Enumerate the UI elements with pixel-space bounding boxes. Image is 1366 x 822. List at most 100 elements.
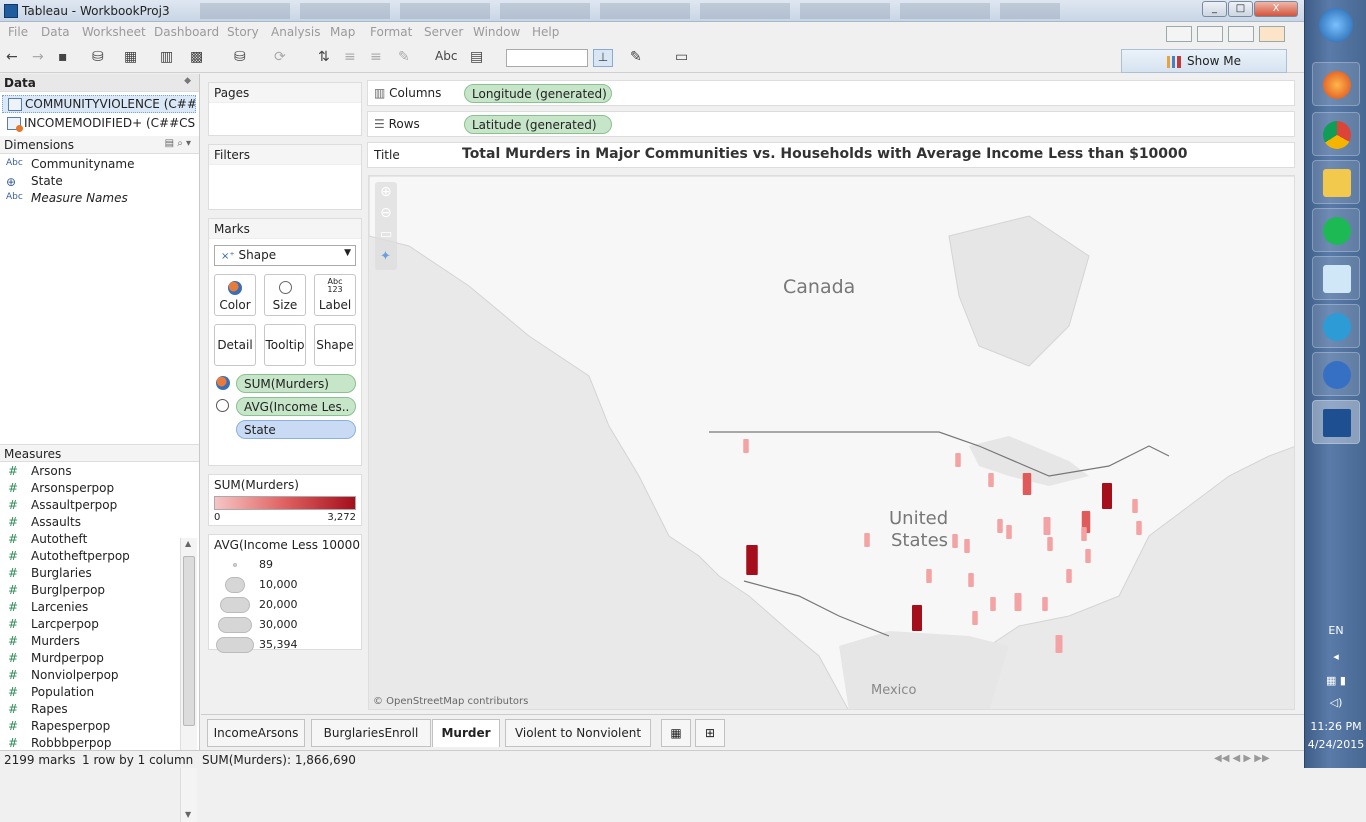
murder-mark[interactable]	[746, 545, 758, 575]
back-arrow-icon[interactable]: ←	[6, 49, 18, 67]
sheet-sorter-icon[interactable]	[1197, 26, 1223, 42]
clock-time[interactable]: 11:26 PM	[1305, 720, 1366, 733]
field-murders[interactable]: # Murders	[0, 634, 180, 651]
clear-sheet-icon[interactable]: ▩	[190, 49, 203, 67]
field-arsonsperpop[interactable]: # Arsonsperpop	[0, 481, 180, 498]
murder-mark[interactable]	[926, 569, 932, 583]
shape-button[interactable]: Shape	[314, 324, 356, 366]
measures-scrollbar[interactable]: ▲ ▼	[180, 538, 197, 822]
chrome-icon[interactable]	[1312, 112, 1360, 156]
field-murdperpop[interactable]: # Murdperpop	[0, 651, 180, 668]
datasource-communityviolence[interactable]: COMMUNITYVIOLENCE (C##...	[2, 95, 196, 113]
refresh-icon[interactable]: ⟳	[274, 49, 286, 67]
pin-map-icon[interactable]: ✦	[380, 249, 391, 264]
field-measure-names[interactable]: Abc Measure Names	[0, 191, 180, 208]
tableau-taskbar-icon[interactable]	[1312, 400, 1360, 444]
rect-select-icon[interactable]: ▭	[380, 227, 392, 242]
field-burglperpop[interactable]: # Burglperpop	[0, 583, 180, 600]
save-icon[interactable]: ▪	[58, 49, 68, 67]
field-communityname[interactable]: Abc Communityname	[0, 157, 180, 174]
menu-worksheet[interactable]: Worksheet	[82, 25, 146, 39]
volume-icon[interactable]: ◁)	[1305, 696, 1366, 709]
label-button[interactable]: Abc 123 Label	[314, 274, 356, 316]
murder-mark[interactable]	[1136, 521, 1142, 535]
murder-mark[interactable]	[968, 573, 974, 587]
fit-dropdown[interactable]	[506, 49, 588, 67]
pill-latitude[interactable]: Latitude (generated)	[464, 115, 612, 134]
pause-updates-icon[interactable]: ⛁	[234, 49, 246, 67]
murder-mark[interactable]	[1066, 569, 1072, 583]
app-icon[interactable]	[1312, 304, 1360, 348]
size-legend-card[interactable]: AVG(Income Less 10000 1... 89 10,000 20,00…	[208, 534, 362, 653]
murder-mark[interactable]	[988, 473, 994, 487]
murder-mark[interactable]	[990, 597, 996, 611]
language-indicator[interactable]: EN	[1305, 624, 1366, 637]
menu-window[interactable]: Window	[473, 25, 520, 39]
pill-longitude[interactable]: Longitude (generated)	[464, 84, 612, 103]
murder-mark[interactable]	[1042, 597, 1048, 611]
murder-mark[interactable]	[997, 519, 1003, 533]
field-autotheftperpop[interactable]: # Autotheftperpop	[0, 549, 180, 566]
murder-mark[interactable]	[972, 611, 978, 625]
tooltip-button[interactable]: Tooltip	[264, 324, 306, 366]
title-bar-viz[interactable]: Title Total Murders in Major Communities …	[367, 142, 1295, 168]
murder-mark[interactable]	[964, 539, 970, 553]
show-me-button[interactable]: Show Me	[1121, 49, 1287, 73]
tray-arrow-icon[interactable]: ◂	[1305, 650, 1366, 663]
pin-icon[interactable]: ⊥	[593, 49, 613, 67]
menu-analysis[interactable]: Analysis	[271, 25, 320, 39]
pill-avg-income[interactable]: AVG(Income Les..	[236, 397, 356, 416]
color-button[interactable]: Color	[214, 274, 256, 316]
datasource-incomemodified[interactable]: INCOMEMODIFIED+ (C##CS3...	[2, 115, 196, 133]
scroll-up-icon[interactable]: ▲	[185, 539, 191, 548]
murder-mark[interactable]	[1043, 517, 1051, 535]
new-worksheet-icon[interactable]: ▦	[124, 49, 137, 67]
spotify-icon[interactable]	[1312, 208, 1360, 252]
pill-state[interactable]: State	[236, 420, 356, 439]
new-dashboard-tab-icon[interactable]: ⊞	[695, 719, 725, 747]
field-assaults[interactable]: # Assaults	[0, 515, 180, 532]
field-rapesperpop[interactable]: # Rapesperpop	[0, 719, 180, 736]
menu-help[interactable]: Help	[532, 25, 559, 39]
columns-shelf[interactable]: ▥ Columns Longitude (generated)	[367, 80, 1295, 106]
scroll-down-icon[interactable]: ▼	[185, 810, 191, 819]
sort-descending-icon[interactable]: ≡	[370, 49, 382, 67]
field-arsons[interactable]: # Arsons	[0, 464, 180, 481]
duplicate-sheet-icon[interactable]: ▥	[160, 49, 173, 67]
mark-type-dropdown[interactable]: ×⁺ Shape ▼	[214, 245, 356, 266]
menu-map[interactable]: Map	[330, 25, 355, 39]
field-autotheft[interactable]: # Autotheft	[0, 532, 180, 549]
forward-arrow-icon[interactable]: →	[32, 49, 44, 67]
network-icon[interactable]: ▦ ▮	[1305, 674, 1366, 687]
menu-format[interactable]: Format	[370, 25, 412, 39]
tab-murder[interactable]: Murder	[432, 719, 500, 747]
map-view[interactable]: ⊕ ⊖ ▭ ✦ Canada United States Mexico © Op…	[368, 175, 1295, 710]
murder-mark[interactable]	[1132, 499, 1138, 513]
clock-date[interactable]: 4/24/2015	[1305, 738, 1366, 751]
field-larcenies[interactable]: # Larcenies	[0, 600, 180, 617]
murder-mark[interactable]	[1006, 525, 1012, 539]
sheet-nav-icon[interactable]: ◀◀ ◀ ▶ ▶▶	[1214, 753, 1270, 764]
zoom-in-icon[interactable]: ⊕	[380, 184, 392, 200]
murder-mark[interactable]	[1102, 483, 1112, 509]
highlight-icon[interactable]: ✎	[398, 49, 410, 67]
new-worksheet-tab-icon[interactable]: ▦	[661, 719, 691, 747]
maximize-button[interactable]: □	[1228, 1, 1253, 17]
field-assaultperpop[interactable]: # Assaultperpop	[0, 498, 180, 515]
field-state[interactable]: ⊕ State	[0, 174, 180, 191]
menu-data[interactable]: Data	[41, 25, 70, 39]
notepad-icon[interactable]	[1312, 256, 1360, 300]
murder-mark[interactable]	[1022, 473, 1032, 495]
field-nonviolperpop[interactable]: # Nonviolperpop	[0, 668, 180, 685]
field-rapes[interactable]: # Rapes	[0, 702, 180, 719]
presentation-icon[interactable]: ▭	[675, 49, 688, 67]
murder-mark[interactable]	[864, 533, 870, 547]
home-icon[interactable]	[1259, 26, 1285, 42]
murder-mark[interactable]	[743, 439, 749, 453]
murder-mark[interactable]	[955, 453, 961, 467]
murder-mark[interactable]	[1085, 549, 1091, 563]
murder-mark[interactable]	[952, 534, 958, 548]
tab-violent-nonviolent[interactable]: Violent to Nonviolent	[505, 719, 651, 747]
field-larcperpop[interactable]: # Larcperpop	[0, 617, 180, 634]
datasource-page-icon[interactable]	[1228, 26, 1254, 42]
